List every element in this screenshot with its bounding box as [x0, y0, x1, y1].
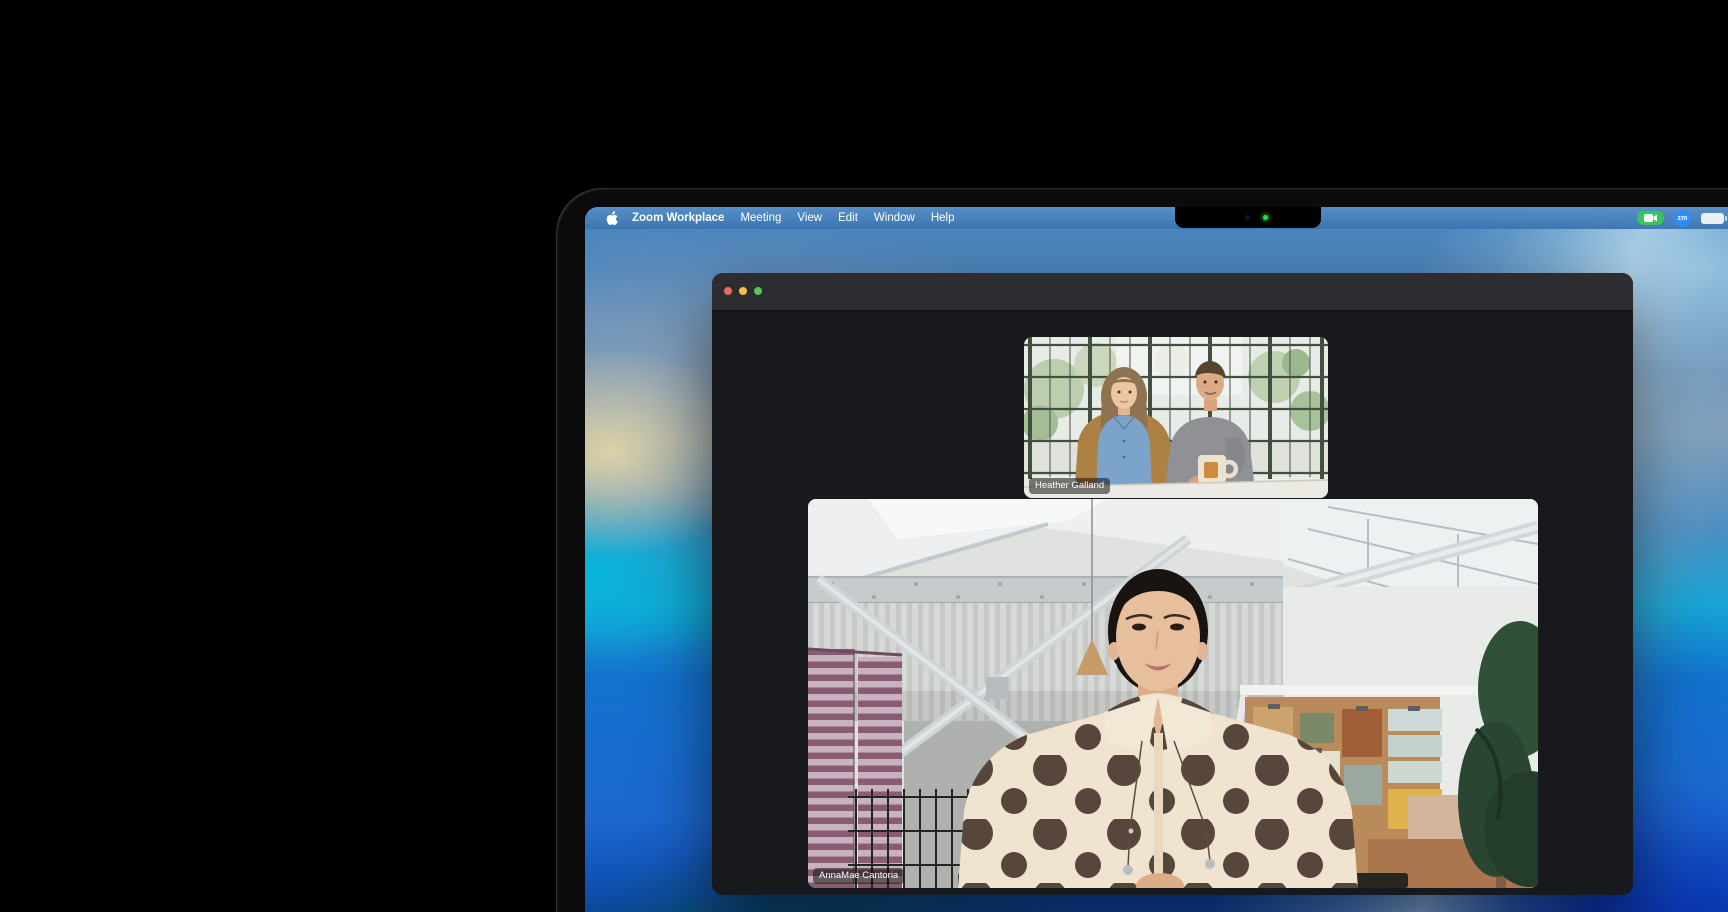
- apple-menu-icon[interactable]: [605, 211, 618, 226]
- camera-active-indicator[interactable]: [1637, 211, 1664, 225]
- desktop-wallpaper: Zoom Workplace Meeting View Edit Window …: [585, 207, 1728, 912]
- participant-name-label: AnnaMae Cantoria: [813, 868, 904, 885]
- menu-item-edit[interactable]: Edit: [838, 212, 858, 224]
- menu-item-meeting[interactable]: Meeting: [740, 212, 781, 224]
- battery-icon[interactable]: [1701, 213, 1724, 224]
- marketing-canvas: Zoom Workplace Meeting View Edit Window …: [0, 0, 1728, 912]
- facetime-camera-lens: [1245, 215, 1250, 220]
- close-button[interactable]: [724, 287, 732, 295]
- menu-item-view[interactable]: View: [797, 212, 822, 224]
- window-titlebar[interactable]: [712, 273, 1633, 311]
- zoom-meeting-window[interactable]: Heather Galland: [712, 273, 1633, 895]
- minimize-button[interactable]: [739, 287, 747, 295]
- video-tile-heather-galland[interactable]: Heather Galland: [1024, 337, 1328, 498]
- menu-item-help[interactable]: Help: [931, 212, 955, 224]
- camera-notch: [1175, 207, 1321, 228]
- menu-bar: Zoom Workplace Meeting View Edit Window …: [585, 207, 1728, 229]
- macbook-display: Zoom Workplace Meeting View Edit Window …: [556, 188, 1728, 912]
- video-feed-speaker-studio: [808, 499, 1538, 888]
- meeting-content-area: Heather Galland: [712, 311, 1633, 895]
- participant-name-label: Heather Galland: [1029, 478, 1110, 495]
- menu-item-window[interactable]: Window: [874, 212, 915, 224]
- camera-in-use-led: [1263, 215, 1268, 220]
- video-camera-icon: [1644, 214, 1657, 222]
- menu-item-app-name[interactable]: Zoom Workplace: [632, 212, 724, 224]
- video-tile-annamae-cantoria[interactable]: AnnaMae Cantoria: [808, 499, 1538, 888]
- video-feed-two-people-office: [1024, 337, 1328, 498]
- menu-bar-status-area: zm: [1637, 207, 1724, 229]
- traffic-lights: [724, 287, 762, 295]
- steel-beam: [808, 577, 1283, 603]
- fullscreen-button[interactable]: [754, 287, 762, 295]
- apple-logo-glyph: [605, 211, 618, 226]
- zoom-menubar-icon[interactable]: zm: [1674, 210, 1691, 227]
